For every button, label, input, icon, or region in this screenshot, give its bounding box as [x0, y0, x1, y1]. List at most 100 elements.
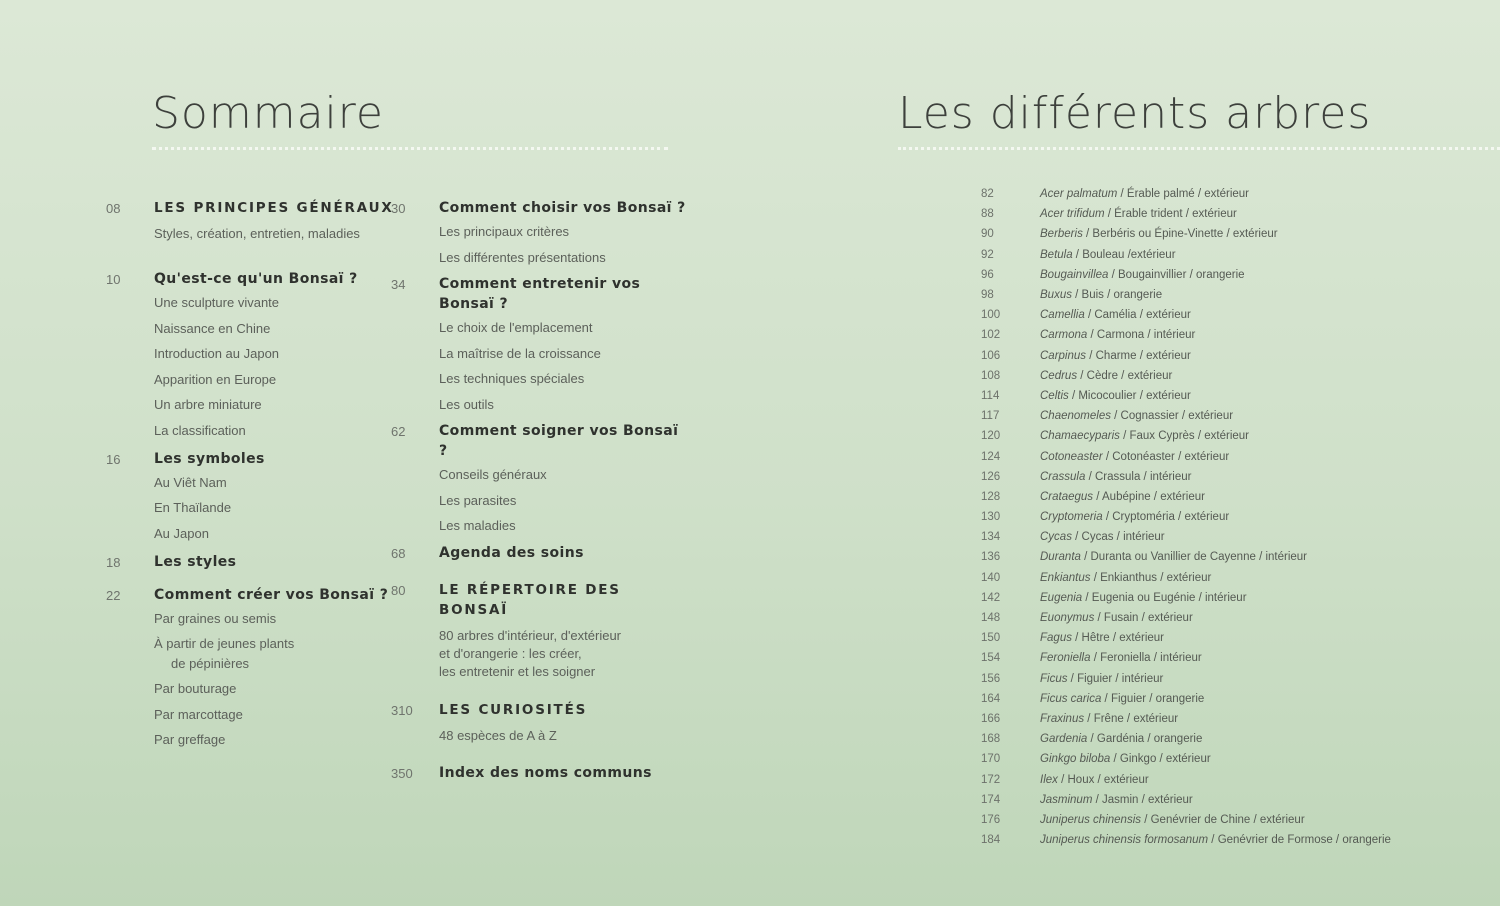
toc-entry[interactable]: 10 Qu'est-ce qu'un Bonsaï ? Une sculpture … — [106, 269, 404, 440]
toc-subitem[interactable]: Apparition en Europe — [154, 371, 404, 389]
tree-common-name: / Bouleau /extérieur — [1072, 248, 1176, 261]
tree-row[interactable]: 124 Cotoneaster / Cotonéaster / extérieur — [968, 446, 1488, 466]
toc-subitem[interactable]: La maîtrise de la croissance — [439, 345, 689, 363]
tree-row[interactable]: 134 Cycas / Cycas / intérieur — [968, 527, 1488, 547]
toc-subitem[interactable]: Les maladies — [439, 517, 689, 535]
tree-latin-name: Ginkgo biloba — [1040, 753, 1111, 766]
tree-common-name: / Érable trident / extérieur — [1104, 208, 1237, 221]
toc-subitem[interactable]: Au Japon — [154, 525, 404, 543]
toc-subitem[interactable]: Le choix de l'emplacement — [439, 319, 689, 337]
tree-row[interactable]: 128 Crataegus / Aubépine / extérieur — [968, 487, 1488, 507]
tree-row[interactable]: 184 Juniperus chinensis formosanum / Gené… — [968, 830, 1488, 850]
tree-row[interactable]: 164 Ficus carica / Figuier / orangerie — [968, 689, 1488, 709]
tree-row[interactable]: 142 Eugenia / Eugenia ou Eugénie / intéri… — [968, 588, 1488, 608]
tree-latin-name: Ficus — [1040, 672, 1068, 685]
tree-row[interactable]: 88 Acer trifidum / Érable trident / extér… — [968, 204, 1488, 224]
tree-row[interactable]: 140 Enkiantus / Enkianthus / extérieur — [968, 568, 1488, 588]
tree-row[interactable]: 82 Acer palmatum / Érable palmé / extérie… — [968, 184, 1488, 204]
toc-subitem[interactable]: Les principaux critères — [439, 223, 689, 241]
toc-page-number: 68 — [391, 545, 406, 561]
toc-entry[interactable]: 30 Comment choisir vos Bonsaï ? Les princi… — [391, 198, 689, 267]
toc-entry[interactable]: 350 Index des noms communs — [391, 763, 689, 783]
toc-entry[interactable]: 310 Les curiosités 48 espèces de A à Z — [391, 700, 689, 745]
toc-subitem[interactable]: Introduction au Japon — [154, 345, 404, 363]
tree-row[interactable]: 126 Crassula / Crassula / intérieur — [968, 467, 1488, 487]
tree-row[interactable]: 150 Fagus / Hêtre / extérieur — [968, 628, 1488, 648]
toc-page-number: 08 — [106, 201, 121, 216]
tree-row[interactable]: 102 Carmona / Carmona / intérieur — [968, 325, 1488, 345]
tree-row[interactable]: 154 Feroniella / Feroniella / intérieur — [968, 648, 1488, 668]
toc-entry[interactable]: 80 Le répertoire des Bonsaï 80 arbres d'in… — [391, 580, 689, 681]
toc-subitem[interactable]: À partir de jeunes plants — [154, 635, 404, 653]
toc-subitem[interactable]: Les techniques spéciales — [439, 370, 689, 388]
tree-row[interactable]: 168 Gardenia / Gardénia / orangerie — [968, 729, 1488, 749]
toc-subitem[interactable]: La classification — [154, 422, 404, 440]
tree-page-number: 126 — [981, 470, 1001, 483]
tree-page-number: 164 — [981, 692, 1001, 705]
tree-common-name: / Cèdre / extérieur — [1077, 369, 1173, 382]
toc-subitem[interactable]: Un arbre miniature — [154, 396, 404, 414]
toc-subitem[interactable]: En Thaïlande — [154, 499, 404, 517]
tree-row[interactable]: 120 Chamaecyparis / Faux Cyprès / extérie… — [968, 426, 1488, 446]
toc-subitems: Conseils généraux Les parasites Les maladi… — [439, 466, 689, 535]
tree-common-name: / Figuier / orangerie — [1101, 692, 1205, 705]
tree-row[interactable]: 96 Bougainvillea / Bougainvillier / orang… — [968, 265, 1488, 285]
toc-subitem[interactable]: Les différentes présentations — [439, 249, 689, 267]
toc-subitem[interactable]: Conseils généraux — [439, 466, 689, 484]
toc-column-1: 08 Les principes généraux Styles, création… — [106, 198, 404, 757]
tree-index-list: 82 Acer palmatum / Érable palmé / extérie… — [968, 184, 1488, 850]
toc-entry[interactable]: 18 Les styles — [106, 552, 404, 572]
toc-heading: Comment soigner vos Bonsaï ? — [439, 423, 679, 459]
toc-subitem[interactable]: Les parasites — [439, 492, 689, 510]
toc-subitem[interactable]: de pépinières — [154, 655, 404, 673]
tree-row[interactable]: 176 Juniperus chinensis / Genévrier de Ch… — [968, 810, 1488, 830]
toc-subitem[interactable]: Par marcottage — [154, 706, 404, 724]
tree-row[interactable]: 172 Ilex / Houx / extérieur — [968, 769, 1488, 789]
toc-entry[interactable]: 22 Comment créer vos Bonsaï ? Par graines … — [106, 585, 404, 750]
toc-subitem[interactable]: Naissance en Chine — [154, 320, 404, 338]
toc-subitem[interactable]: Par bouturage — [154, 680, 404, 698]
tree-row[interactable]: 108 Cedrus / Cèdre / extérieur — [968, 366, 1488, 386]
tree-row[interactable]: 117 Chaenomeles / Cognassier / extérieur — [968, 406, 1488, 426]
tree-common-name: / Ginkgo / extérieur — [1110, 753, 1211, 766]
toc-subitem[interactable]: Au Viêt Nam — [154, 474, 404, 492]
tree-row[interactable]: 174 Jasminum / Jasmin / extérieur — [968, 790, 1488, 810]
toc-page-number: 10 — [106, 272, 121, 287]
tree-row[interactable]: 170 Ginkgo biloba / Ginkgo / extérieur — [968, 749, 1488, 769]
tree-row[interactable]: 100 Camellia / Camélia / extérieur — [968, 305, 1488, 325]
tree-row[interactable]: 136 Duranta / Duranta ou Vanillier de Cay… — [968, 547, 1488, 567]
tree-common-name: / Cycas / intérieur — [1071, 531, 1165, 544]
tree-row[interactable]: 92 Betula / Bouleau /extérieur — [968, 245, 1488, 265]
tree-row[interactable]: 106 Carpinus / Charme / extérieur — [968, 346, 1488, 366]
toc-entry[interactable]: 34 Comment entretenir vos Bonsaï ? Le choi… — [391, 274, 689, 414]
tree-row[interactable]: 98 Buxus / Buis / orangerie — [968, 285, 1488, 305]
tree-common-name: / Hêtre / extérieur — [1071, 632, 1165, 645]
toc-entry[interactable]: 08 Les principes généraux Styles, création… — [106, 198, 404, 243]
toc-entry[interactable]: 62 Comment soigner vos Bonsaï ? Conseils g… — [391, 421, 689, 535]
tree-row[interactable]: 130 Cryptomeria / Cryptoméria / extérieur — [968, 507, 1488, 527]
tree-common-name: / Érable palmé / extérieur — [1117, 188, 1250, 201]
tree-row[interactable]: 166 Fraxinus / Frêne / extérieur — [968, 709, 1488, 729]
toc-page-number: 22 — [106, 587, 121, 603]
tree-page-number: 120 — [981, 430, 1001, 443]
toc-subitem[interactable]: Une sculpture vivante — [154, 294, 404, 312]
toc-subitem[interactable]: Par greffage — [154, 731, 404, 749]
toc-page-number: 18 — [106, 554, 121, 570]
tree-page-number: 130 — [981, 511, 1001, 524]
tree-common-name: / Cryptoméria / extérieur — [1102, 511, 1230, 524]
tree-row[interactable]: 156 Ficus / Figuier / intérieur — [968, 669, 1488, 689]
tree-row[interactable]: 114 Celtis / Micocoulier / extérieur — [968, 386, 1488, 406]
toc-page-number: 30 — [391, 201, 406, 216]
toc-heading: Comment entretenir vos Bonsaï ? — [439, 276, 641, 312]
tree-latin-name: Ficus carica — [1040, 692, 1102, 705]
toc-subitem[interactable]: Les outils — [439, 396, 689, 414]
tree-page-number: 148 — [981, 612, 1001, 625]
tree-row[interactable]: 148 Euonymus / Fusain / extérieur — [968, 608, 1488, 628]
tree-latin-name: Chaenomeles — [1040, 410, 1111, 423]
toc-subitem[interactable]: Par graines ou semis — [154, 610, 404, 628]
tree-common-name: / Figuier / intérieur — [1067, 672, 1164, 685]
toc-entry[interactable]: 68 Agenda des soins — [391, 543, 689, 563]
tree-common-name: / Crassula / intérieur — [1085, 470, 1192, 483]
toc-entry[interactable]: 16 Les symboles Au Viêt Nam En Thaïlande Au … — [106, 449, 404, 543]
tree-row[interactable]: 90 Berberis / Berbéris ou Épine-Vinette /… — [968, 224, 1488, 244]
